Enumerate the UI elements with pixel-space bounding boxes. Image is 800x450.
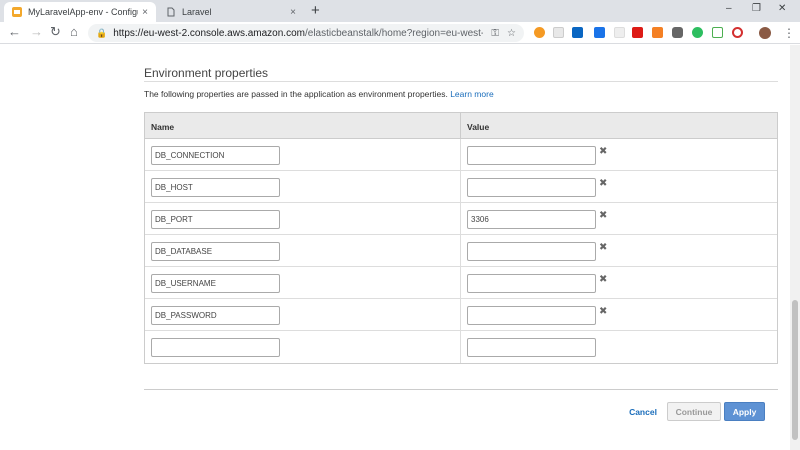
- menu-icon[interactable]: ⋮: [783, 26, 795, 40]
- url-text: https://eu-west-2.console.aws.amazon.com…: [113, 28, 483, 39]
- tab-close-icon[interactable]: ×: [290, 7, 296, 18]
- table-row: DB_HOST ✖: [145, 171, 777, 203]
- property-name-input[interactable]: DB_CONNECTION: [151, 146, 280, 165]
- table-header: Name Value: [145, 113, 777, 139]
- url-host: https://eu-west-2.console.aws.amazon.com: [113, 27, 305, 39]
- new-tab-button[interactable]: +: [311, 2, 320, 19]
- continue-button[interactable]: Continue: [667, 402, 721, 421]
- extension-icon[interactable]: [614, 27, 625, 38]
- table-row: DB_CONNECTION ✖: [145, 139, 777, 171]
- learn-more-link[interactable]: Learn more: [450, 89, 493, 99]
- tab-title: Laravel: [182, 7, 212, 17]
- name-cell: DB_CONNECTION: [145, 139, 461, 170]
- camera-icon[interactable]: [672, 27, 683, 38]
- property-name-input[interactable]: DB_DATABASE: [151, 242, 280, 261]
- value-cell: ✖: [461, 299, 777, 330]
- property-value-input[interactable]: [467, 242, 596, 261]
- value-cell: 3306 ✖: [461, 203, 777, 234]
- page-content: Environment properties The following pro…: [0, 45, 790, 450]
- browser-tab-strip: MyLaravelApp-env - Configuratio × Larave…: [0, 0, 800, 22]
- browser-tab-active[interactable]: MyLaravelApp-env - Configuratio ×: [4, 2, 156, 22]
- description-text: The following properties are passed in t…: [144, 89, 448, 99]
- name-cell: DB_HOST: [145, 171, 461, 202]
- evernote-icon[interactable]: [692, 27, 703, 38]
- avatar[interactable]: [759, 27, 771, 39]
- page-scrollbar[interactable]: [790, 45, 800, 450]
- value-cell: [461, 331, 777, 363]
- extension-icon[interactable]: [732, 27, 743, 38]
- remove-property-icon[interactable]: ✖: [599, 178, 607, 189]
- value-cell: ✖: [461, 139, 777, 170]
- footer-divider: [144, 389, 778, 390]
- table-row: DB_DATABASE ✖: [145, 235, 777, 267]
- property-value-input[interactable]: 3306: [467, 210, 596, 229]
- address-bar[interactable]: 🔒 https://eu-west-2.console.aws.amazon.c…: [88, 24, 524, 42]
- scrollbar-thumb[interactable]: [792, 300, 798, 440]
- stackoverflow-icon[interactable]: [652, 27, 663, 38]
- close-window-button[interactable]: ✕: [778, 3, 786, 14]
- remove-property-icon[interactable]: ✖: [599, 242, 607, 253]
- shield-icon[interactable]: [712, 27, 723, 38]
- extension-icon[interactable]: [534, 27, 545, 38]
- table-row: DB_PASSWORD ✖: [145, 299, 777, 331]
- property-value-input[interactable]: [467, 274, 596, 293]
- property-name-input[interactable]: DB_USERNAME: [151, 274, 280, 293]
- apply-button[interactable]: Apply: [724, 402, 765, 421]
- remove-property-icon[interactable]: ✖: [599, 274, 607, 285]
- property-name-input[interactable]: DB_PASSWORD: [151, 306, 280, 325]
- property-name-input[interactable]: [151, 338, 280, 357]
- environment-properties-table: Name Value DB_CONNECTION ✖ DB_HOST ✖ DB_PORT…: [144, 112, 778, 364]
- reload-icon[interactable]: ↻: [50, 25, 61, 39]
- value-column-header: Value: [467, 122, 490, 132]
- value-cell: ✖: [461, 171, 777, 202]
- table-row: [145, 331, 777, 363]
- bookmark-star-icon[interactable]: ☆: [507, 28, 516, 39]
- back-icon[interactable]: ←: [8, 25, 21, 39]
- remove-property-icon[interactable]: ✖: [599, 306, 607, 317]
- table-row: DB_PORT 3306 ✖: [145, 203, 777, 235]
- property-name-input[interactable]: DB_PORT: [151, 210, 280, 229]
- section-description: The following properties are passed in t…: [144, 89, 494, 99]
- section-title: Environment properties: [144, 66, 269, 80]
- remove-property-icon[interactable]: ✖: [599, 210, 607, 221]
- browser-toolbar: ← → ↻ ⌂ 🔒 https://eu-west-2.console.aws.…: [0, 22, 800, 44]
- home-icon[interactable]: ⌂: [70, 25, 78, 39]
- name-cell: DB_DATABASE: [145, 235, 461, 266]
- minimize-button[interactable]: –: [726, 3, 732, 14]
- name-column-header: Name: [145, 113, 461, 138]
- cancel-button[interactable]: Cancel: [622, 402, 664, 421]
- maximize-button[interactable]: ❐: [752, 3, 761, 14]
- tab-close-icon[interactable]: ×: [142, 7, 148, 18]
- angular-icon[interactable]: [632, 27, 643, 38]
- aws-favicon-icon: [12, 7, 22, 17]
- forward-icon[interactable]: →: [30, 25, 43, 39]
- property-value-input[interactable]: [467, 178, 596, 197]
- extension-icon[interactable]: [594, 27, 605, 38]
- property-value-input[interactable]: [467, 146, 596, 165]
- linkedin-icon[interactable]: [572, 27, 583, 38]
- section-divider: [144, 81, 778, 82]
- property-name-input[interactable]: DB_HOST: [151, 178, 280, 197]
- property-value-input[interactable]: [467, 338, 596, 357]
- remove-property-icon[interactable]: ✖: [599, 146, 607, 157]
- property-value-input[interactable]: [467, 306, 596, 325]
- value-cell: ✖: [461, 267, 777, 298]
- lock-icon: 🔒: [96, 27, 108, 38]
- name-cell: DB_USERNAME: [145, 267, 461, 298]
- tab-title: MyLaravelApp-env - Configuratio: [28, 7, 138, 17]
- name-cell: [145, 331, 461, 363]
- browser-tab-laravel[interactable]: Laravel ×: [158, 2, 304, 22]
- name-cell: DB_PASSWORD: [145, 299, 461, 330]
- document-icon: [167, 7, 175, 17]
- extension-icon[interactable]: [553, 27, 564, 38]
- name-cell: DB_PORT: [145, 203, 461, 234]
- value-cell: ✖: [461, 235, 777, 266]
- url-path: /elasticbeanstalk/home?region=eu-west-2#…: [304, 27, 483, 39]
- table-row: DB_USERNAME ✖: [145, 267, 777, 299]
- key-icon[interactable]: ⚿: [491, 28, 499, 39]
